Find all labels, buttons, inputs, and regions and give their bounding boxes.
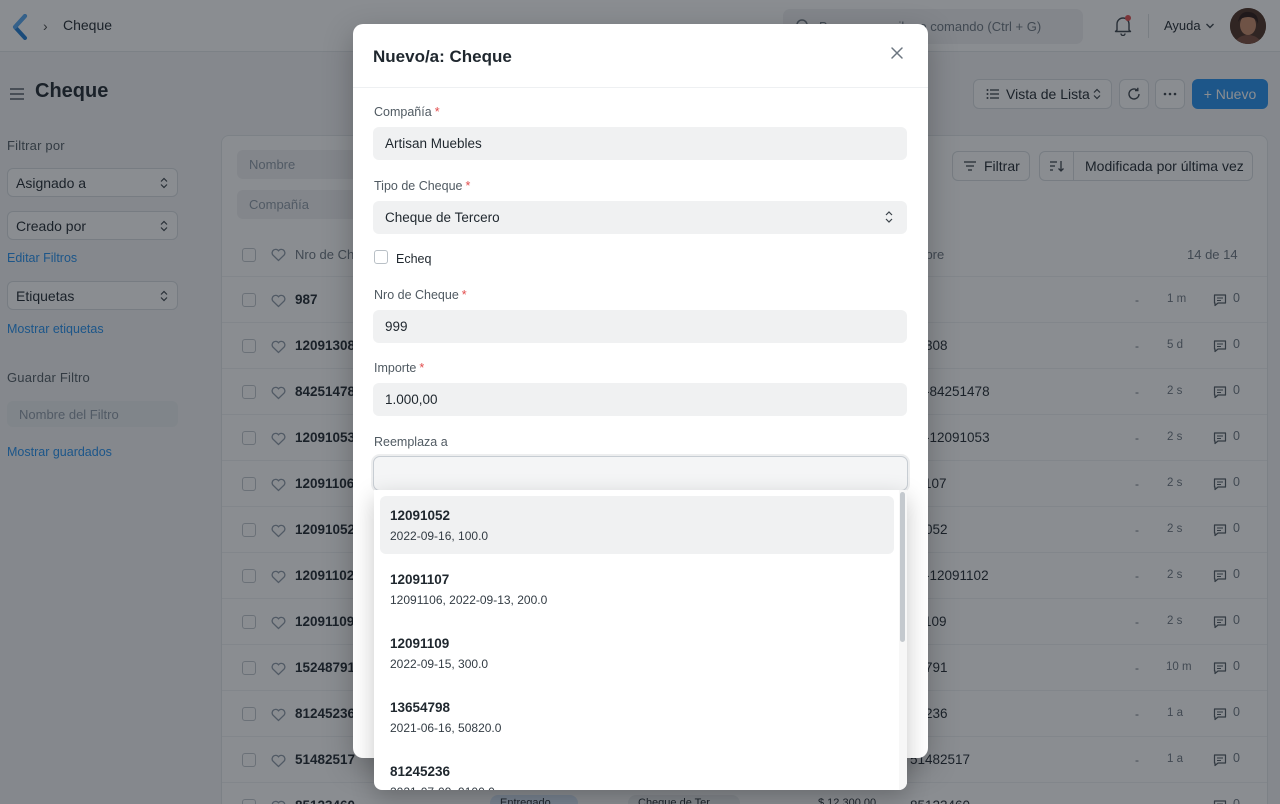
autocomplete-item-details: 2021-06-16, 50820.0 [390, 721, 502, 735]
autocomplete-item-details: 2022-09-15, 300.0 [390, 657, 489, 671]
required-mark: * [461, 288, 467, 302]
company-label-text: Compañía [374, 105, 432, 119]
cheque-number-label-text: Nro de Cheque [374, 288, 459, 302]
dialog-title: Nuevo/a: Cheque [373, 47, 512, 66]
required-mark: * [434, 105, 440, 119]
autocomplete-item-details: 2022-09-16, 100.0 [390, 529, 489, 543]
autocomplete-item-number: 13654798 [390, 700, 451, 715]
autocomplete-item-details: 2021-07-09, 9100.0 [390, 785, 495, 790]
cheque-type-value: Cheque de Tercero [385, 210, 500, 225]
autocomplete-item[interactable]: 12091109 2022-09-15, 300.0 [380, 624, 894, 682]
cheque-type-select[interactable]: Cheque de Tercero [373, 201, 907, 234]
amount-field-label: Importe * [374, 361, 424, 375]
replaces-autocomplete-dropdown: 12091052 2022-09-16, 100.0 12091107 1209110… [374, 490, 907, 790]
dropdown-scrollbar-thumb[interactable] [900, 492, 905, 642]
close-icon[interactable] [889, 45, 905, 61]
echeq-checkbox[interactable] [374, 250, 388, 264]
autocomplete-item-details: 12091106, 2022-09-13, 200.0 [390, 593, 548, 607]
company-field[interactable]: Artisan Muebles [373, 127, 907, 160]
cheque-number-field[interactable]: 999 [373, 310, 907, 343]
replaces-field-label: Reemplaza a [374, 435, 448, 449]
echeq-label: Echeq [396, 252, 432, 266]
dialog-header-divider [353, 87, 928, 88]
company-field-label: Compañía * [374, 105, 440, 119]
replaces-field[interactable] [373, 456, 908, 491]
cheque-type-field-label: Tipo de Cheque * [374, 179, 470, 193]
updown-chevron-icon [885, 211, 893, 223]
amount-label-text: Importe [374, 361, 417, 375]
cheque-type-label-text: Tipo de Cheque [374, 179, 463, 193]
autocomplete-item[interactable]: 12091052 2022-09-16, 100.0 [380, 496, 894, 554]
autocomplete-item[interactable]: 13654798 2021-06-16, 50820.0 [380, 688, 894, 746]
required-mark: * [465, 179, 471, 193]
autocomplete-item[interactable]: 81245236 2021-07-09, 9100.0 [380, 752, 894, 790]
autocomplete-item[interactable]: 12091107 12091106, 2022-09-13, 200.0 [380, 560, 894, 618]
autocomplete-item-number: 81245236 [390, 764, 451, 779]
required-mark: * [419, 361, 425, 375]
cheque-number-field-label: Nro de Cheque * [374, 288, 467, 302]
autocomplete-item-number: 12091107 [390, 572, 450, 587]
amount-field[interactable]: 1.000,00 [373, 383, 907, 416]
autocomplete-item-number: 12091109 [390, 636, 450, 651]
autocomplete-item-number: 12091052 [390, 508, 451, 523]
